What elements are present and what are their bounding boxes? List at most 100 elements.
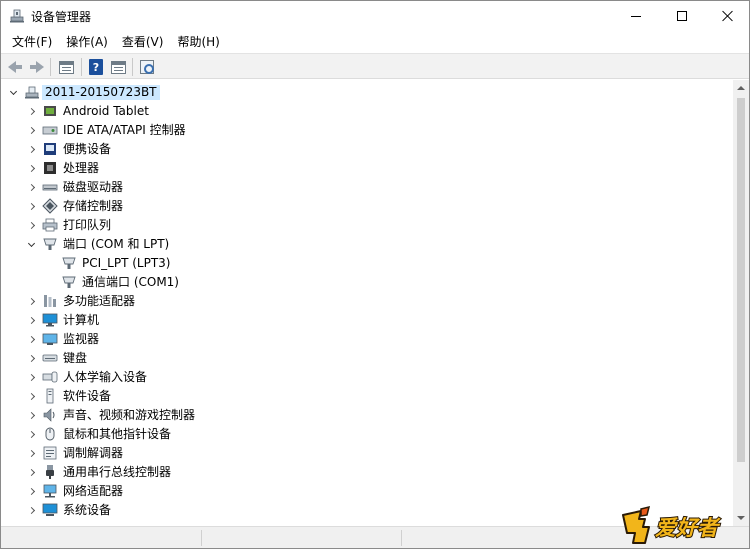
minimize-button[interactable] [613, 1, 659, 31]
maximize-button[interactable] [659, 1, 705, 31]
tree-item-monitors[interactable]: 监视器 [1, 330, 733, 349]
expand-chevron-icon[interactable] [25, 349, 37, 368]
tree-item-disk-drives[interactable]: 磁盘驱动器 [1, 178, 733, 197]
software-device-icon [46, 388, 54, 404]
expand-chevron-icon[interactable] [25, 292, 37, 311]
close-icon [722, 10, 734, 22]
tree-item-multifunction[interactable]: 多功能适配器 [1, 292, 733, 311]
usb-icon [46, 465, 54, 479]
scroll-up-arrow-icon [737, 86, 745, 90]
category-label: 调制解调器 [63, 446, 124, 460]
expand-chevron-icon[interactable] [25, 482, 37, 501]
expand-chevron-icon[interactable] [25, 463, 37, 482]
tree-item-computer[interactable]: 计算机 [1, 311, 733, 330]
collapse-chevron-icon[interactable] [25, 235, 37, 254]
port-icon [62, 276, 76, 288]
tree-item-print-queues[interactable]: 打印队列 [1, 216, 733, 235]
tree-item-com1[interactable]: 通信端口 (COM1) [1, 273, 733, 292]
multifunction-adapter-icon [44, 295, 56, 307]
port-icon [43, 238, 57, 250]
expand-chevron-icon[interactable] [25, 444, 37, 463]
expand-chevron-icon[interactable] [25, 216, 37, 235]
category-label: 磁盘驱动器 [63, 180, 124, 194]
expand-chevron-icon[interactable] [25, 330, 37, 349]
tree-item-ports[interactable]: 端口 (COM 和 LPT) [1, 235, 733, 254]
toolbar-separator [81, 58, 82, 76]
category-label: 打印队列 [63, 218, 112, 232]
category-label: 系统设备 [63, 503, 112, 517]
category-label: 声音、视频和游戏控制器 [63, 408, 196, 422]
tree-root[interactable]: 2011-20150723BT [1, 83, 733, 102]
toolbar: ? [1, 53, 749, 79]
collapse-chevron-icon[interactable] [7, 83, 19, 102]
device-manager-window: 设备管理器 文件(F) 操作(A) 查看(V) 帮助(H) ? 2011-201… [0, 0, 750, 549]
tree-item-hid[interactable]: 人体学输入设备 [1, 368, 733, 387]
menu-help[interactable]: 帮助(H) [170, 31, 226, 53]
show-hide-console-tree-button[interactable] [57, 58, 75, 76]
processor-icon [44, 162, 56, 174]
title-bar: 设备管理器 [1, 1, 749, 31]
device-label: 通信端口 (COM1) [82, 275, 179, 289]
tree-item-ide-controller[interactable]: IDE ATA/ATAPI 控制器 [1, 121, 733, 140]
device-label: PCI_LPT (LPT3) [82, 256, 171, 270]
hid-icon [42, 371, 58, 383]
menu-view[interactable]: 查看(V) [115, 31, 171, 53]
tree-item-usb[interactable]: 通用串行总线控制器 [1, 463, 733, 482]
expand-chevron-icon[interactable] [25, 387, 37, 406]
scrollbar-thumb[interactable] [737, 98, 745, 462]
forward-button[interactable] [28, 58, 46, 76]
watermark-logo: 爱好者 [622, 505, 722, 544]
expand-chevron-icon[interactable] [25, 102, 37, 121]
tree-item-storage-controllers[interactable]: 存储控制器 [1, 197, 733, 216]
scroll-up-button[interactable] [733, 80, 749, 96]
expand-chevron-icon[interactable] [25, 159, 37, 178]
toolbar-separator [50, 58, 51, 76]
port-icon [62, 257, 76, 269]
mouse-icon [45, 427, 55, 441]
expand-chevron-icon[interactable] [25, 368, 37, 387]
properties-button[interactable] [109, 58, 127, 76]
network-adapter-icon [43, 484, 57, 498]
computer-icon [42, 313, 58, 327]
menu-action[interactable]: 操作(A) [59, 31, 115, 53]
expand-chevron-icon[interactable] [25, 311, 37, 330]
tree-item-network-adapters[interactable]: 网络适配器 [1, 482, 733, 501]
help-button[interactable]: ? [87, 58, 105, 76]
back-button[interactable] [6, 58, 24, 76]
expand-chevron-icon[interactable] [25, 140, 37, 159]
category-label: 监视器 [63, 332, 100, 346]
expand-chevron-icon[interactable] [25, 121, 37, 140]
category-label: IDE ATA/ATAPI 控制器 [63, 123, 186, 137]
storage-controller-icon [42, 198, 58, 214]
category-label: 存储控制器 [63, 199, 124, 213]
close-button[interactable] [705, 1, 750, 31]
menu-bar: 文件(F) 操作(A) 查看(V) 帮助(H) [1, 31, 749, 53]
properties-icon [110, 60, 126, 74]
tree-item-processors[interactable]: 处理器 [1, 159, 733, 178]
tree-item-android-tablet[interactable]: Android Tablet [1, 102, 733, 121]
vertical-scrollbar[interactable] [733, 80, 749, 526]
scan-hardware-button[interactable] [138, 58, 156, 76]
expand-chevron-icon[interactable] [25, 501, 37, 520]
maximize-icon [677, 11, 687, 21]
expand-chevron-icon[interactable] [25, 178, 37, 197]
device-tree[interactable]: 2011-20150723BT Android Tablet IDE ATA/A… [1, 80, 733, 526]
computer-name-label: 2011-20150723BT [42, 85, 160, 100]
category-label: 鼠标和其他指针设备 [63, 427, 172, 441]
tree-item-software-devices[interactable]: 软件设备 [1, 387, 733, 406]
expand-chevron-icon[interactable] [25, 406, 37, 425]
modem-icon [43, 446, 57, 460]
menu-file[interactable]: 文件(F) [5, 31, 59, 53]
tree-item-audio[interactable]: 声音、视频和游戏控制器 [1, 406, 733, 425]
tree-item-mice[interactable]: 鼠标和其他指针设备 [1, 425, 733, 444]
expand-chevron-icon[interactable] [25, 425, 37, 444]
watermark-mascot-icon [622, 505, 651, 544]
category-label: 键盘 [63, 351, 88, 365]
tree-item-pci-lpt[interactable]: PCI_LPT (LPT3) [1, 254, 733, 273]
tree-item-modems[interactable]: 调制解调器 [1, 444, 733, 463]
expand-chevron-icon[interactable] [25, 197, 37, 216]
tree-item-keyboards[interactable]: 键盘 [1, 349, 733, 368]
tree-item-portable-devices[interactable]: 便携设备 [1, 140, 733, 159]
minimize-icon [631, 15, 641, 17]
device-manager-app-icon [10, 9, 24, 23]
